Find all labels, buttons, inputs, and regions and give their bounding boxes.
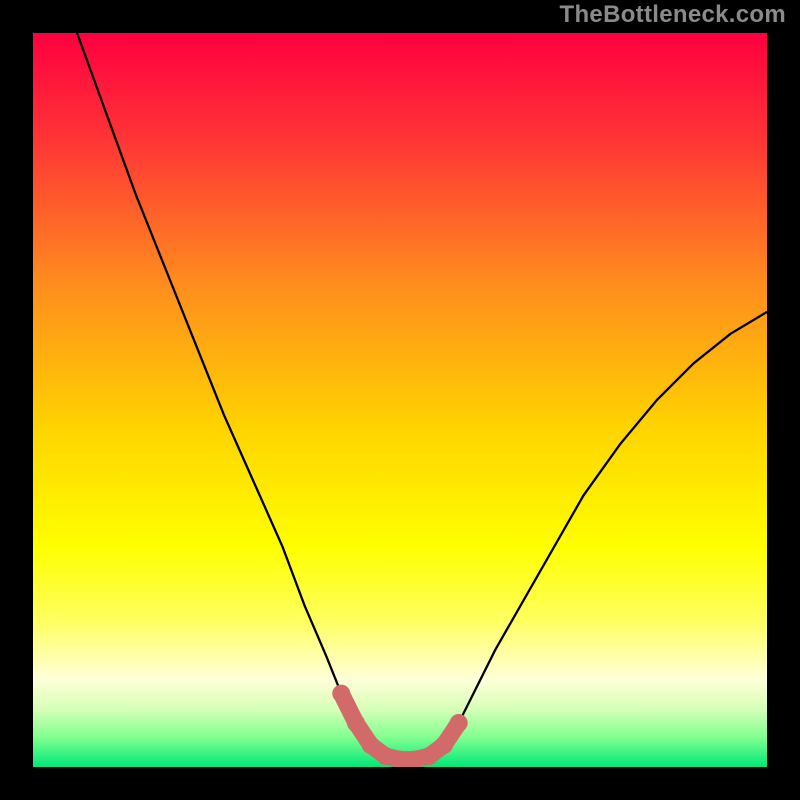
highlight-dot (347, 714, 365, 732)
highlight-dot (420, 747, 438, 765)
highlight-dot (450, 714, 468, 732)
bottleneck-chart (33, 33, 767, 767)
highlight-dot (362, 736, 380, 754)
chart-container: TheBottleneck.com (0, 0, 800, 800)
highlight-dot (332, 685, 350, 703)
watermark-text: TheBottleneck.com (560, 1, 786, 29)
highlight-dot (435, 736, 453, 754)
